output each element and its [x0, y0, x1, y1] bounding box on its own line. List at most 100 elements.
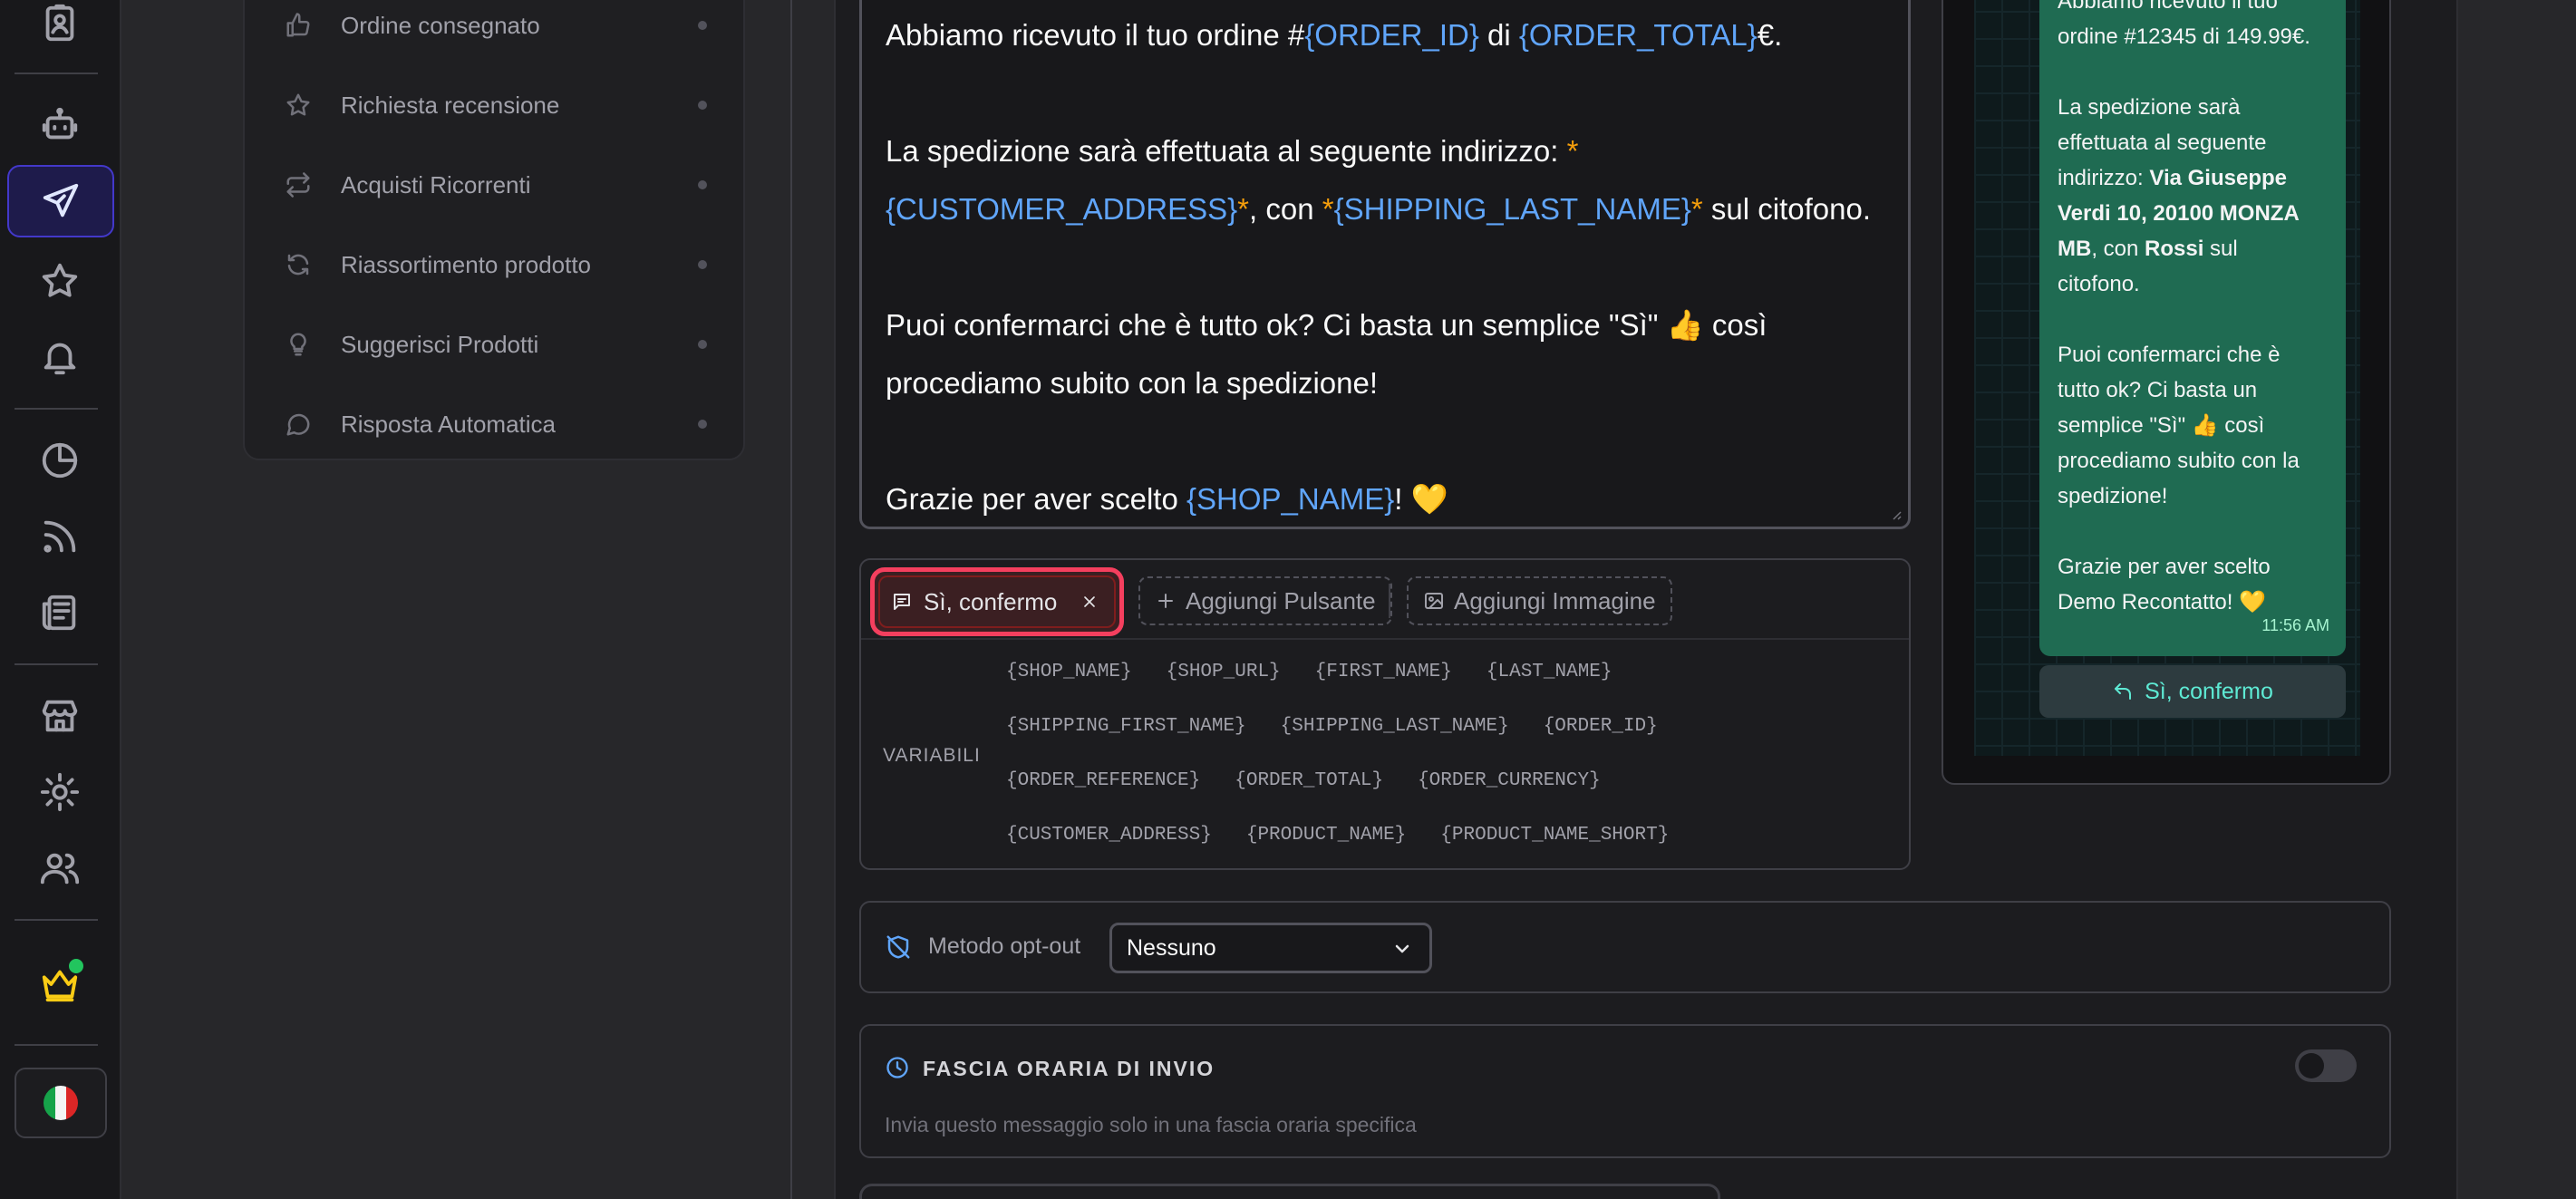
preview-reply-button[interactable]: Sì, confermo — [2039, 665, 2346, 718]
add-button-button[interactable]: Aggiungi Pulsante — [1138, 576, 1392, 625]
pie-chart-icon[interactable] — [31, 431, 89, 489]
star-icon[interactable] — [31, 252, 89, 310]
variable-tag[interactable]: {PRODUCT_NAME} — [1246, 825, 1406, 846]
menu-item-label: Ordine consegnato — [341, 11, 540, 39]
status-dot — [698, 101, 707, 110]
quick-reply-chip[interactable]: Sì, confermo — [870, 567, 1124, 636]
image-icon — [1423, 590, 1445, 612]
menu-item-acquisti-ricorrenti[interactable]: Acquisti Ricorrenti — [245, 158, 743, 212]
lightbulb-icon — [285, 331, 312, 358]
message-textarea[interactable]: Abbiamo ricevuto il tuo ordine #{ORDER_I… — [859, 0, 1911, 529]
menu-item-risposta-automatica[interactable]: Risposta Automatica — [245, 397, 743, 451]
toolbar-divider — [1389, 584, 1390, 618]
optout-card: Metodo opt-out Nessuno — [859, 901, 2391, 993]
send-campaign-icon[interactable] — [7, 165, 114, 237]
variable-tag[interactable]: {FIRST_NAME} — [1315, 662, 1452, 682]
time-slot-card: FASCIA ORARIA DI INVIO Invia questo mess… — [859, 1024, 2391, 1158]
message-line: Grazie per aver scelto {SHOP_NAME}! 💛 — [886, 482, 1448, 516]
star-icon — [285, 92, 312, 119]
variable-tag[interactable]: {ORDER_ID} — [1544, 716, 1658, 737]
newspaper-icon[interactable] — [31, 584, 89, 642]
next-card-peek — [859, 1184, 1720, 1199]
rail-divider — [15, 73, 98, 74]
menu-item-riassortimento-prodotto[interactable]: Riassortimento prodotto — [245, 237, 743, 292]
message-preview: Abbiamo ricevuto il tuo ordine #12345 di… — [1942, 0, 2391, 785]
plus-icon — [1155, 590, 1177, 612]
menu-item-label: Riassortimento prodotto — [341, 250, 592, 278]
message-line: La spedizione sarà effettuata al seguent… — [886, 134, 1579, 168]
robot-icon[interactable] — [31, 96, 89, 154]
message-line: {CUSTOMER_ADDRESS}*, con *{SHIPPING_LAST… — [886, 192, 1872, 226]
store-icon[interactable] — [31, 687, 89, 745]
add-image-button[interactable]: Aggiungi Immagine — [1407, 576, 1672, 625]
variable-tag[interactable]: {SHIPPING_LAST_NAME} — [1281, 716, 1509, 737]
refresh-icon — [285, 251, 312, 278]
automation-menu: Ordine consegnato Richiesta recensione A… — [243, 0, 745, 460]
icon-rail — [0, 0, 121, 1199]
message-line: Abbiamo ricevuto il tuo ordine #{ORDER_I… — [886, 18, 1783, 52]
variable-tag[interactable]: {ORDER_TOTAL} — [1235, 770, 1383, 791]
menu-item-label: Risposta Automatica — [341, 410, 557, 438]
variable-tag[interactable]: {ORDER_CURRENCY} — [1418, 770, 1601, 791]
status-dot — [698, 340, 707, 349]
menu-item-suggerisci-prodotti[interactable]: Suggerisci Prodotti — [245, 317, 743, 372]
italy-flag-icon — [44, 1086, 78, 1120]
message-line: Puoi confermarci che è tutto ok? Ci bast… — [886, 308, 1767, 342]
variables-row: {SHIPPING_FIRST_NAME} {SHIPPING_LAST_NAM… — [1006, 716, 1658, 737]
message-icon — [285, 411, 312, 438]
optout-label: Metodo opt-out — [928, 933, 1081, 959]
reply-button-label: Sì, confermo — [2145, 678, 2273, 704]
resize-handle-icon[interactable] — [1888, 507, 1903, 521]
rss-feed-icon[interactable] — [31, 508, 89, 566]
message-square-icon — [891, 591, 913, 613]
rail-divider — [15, 408, 98, 410]
toggle-knob — [2299, 1053, 2324, 1078]
chevron-down-icon — [1391, 938, 1413, 960]
online-status-dot — [67, 957, 85, 975]
menu-item-label: Acquisti Ricorrenti — [341, 170, 531, 198]
users-icon[interactable] — [31, 839, 89, 897]
add-image-label: Aggiungi Immagine — [1454, 586, 1656, 614]
optout-method-select[interactable]: Nessuno — [1109, 923, 1432, 973]
menu-item-label: Richiesta recensione — [341, 91, 560, 119]
optout-selected-value: Nessuno — [1127, 934, 1216, 961]
rail-divider — [15, 919, 98, 921]
status-dot — [698, 260, 707, 269]
buttons-row: Sì, confermo Aggiungi Pulsante Aggiungi … — [861, 560, 1909, 640]
variables-label: VARIABILI — [883, 745, 981, 766]
clock-icon — [885, 1055, 910, 1080]
variable-tag[interactable]: {LAST_NAME} — [1487, 662, 1612, 682]
rail-divider — [15, 1044, 98, 1046]
time-slot-title: FASCIA ORARIA DI INVIO — [923, 1057, 1215, 1080]
rail-divider — [15, 663, 98, 665]
language-selector[interactable] — [15, 1068, 107, 1138]
repeat-icon — [285, 171, 312, 198]
variables-row: {SHOP_NAME} {SHOP_URL} {FIRST_NAME} {LAS… — [1006, 662, 1612, 682]
variable-tag[interactable]: {PRODUCT_NAME_SHORT} — [1440, 825, 1669, 846]
time-slot-toggle[interactable] — [2295, 1049, 2357, 1082]
message-line: procediamo subito con la spedizione! — [886, 366, 1379, 400]
menu-item-ordine-consegnato[interactable]: Ordine consegnato — [245, 0, 743, 53]
gear-icon[interactable] — [31, 763, 89, 821]
variable-tag[interactable]: {ORDER_REFERENCE} — [1006, 770, 1200, 791]
reply-icon — [2115, 683, 2132, 700]
bell-icon[interactable] — [31, 328, 89, 386]
contact-card-icon[interactable] — [31, 0, 89, 53]
message-bubble: Abbiamo ricevuto il tuo ordine #12345 di… — [2039, 0, 2346, 656]
variable-tag[interactable]: {SHIPPING_FIRST_NAME} — [1006, 716, 1246, 737]
shield-off-icon — [885, 933, 912, 961]
crown-icon[interactable] — [31, 955, 89, 1013]
message-timestamp: 11:56 AM — [2261, 616, 2329, 634]
menu-item-richiesta-recensione[interactable]: Richiesta recensione — [245, 78, 743, 132]
variable-tag[interactable]: {CUSTOMER_ADDRESS} — [1006, 825, 1212, 846]
column-divider — [790, 0, 792, 1199]
menu-item-label: Suggerisci Prodotti — [341, 330, 539, 358]
status-dot — [698, 420, 707, 429]
variables-row: {CUSTOMER_ADDRESS} {PRODUCT_NAME} {PRODU… — [1006, 825, 1669, 846]
time-slot-description: Invia questo messaggio solo in una fasci… — [885, 1113, 1417, 1136]
thumbs-up-icon — [285, 12, 312, 39]
variables-row: {ORDER_REFERENCE} {ORDER_TOTAL} {ORDER_C… — [1006, 770, 1601, 791]
variable-tag[interactable]: {SHOP_URL} — [1167, 662, 1281, 682]
variable-tag[interactable]: {SHOP_NAME} — [1006, 662, 1132, 682]
close-icon[interactable] — [1080, 593, 1099, 611]
